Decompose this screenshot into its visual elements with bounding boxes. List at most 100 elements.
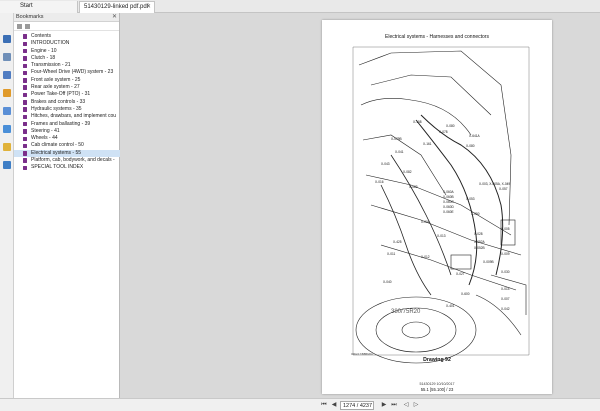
document-area[interactable]: Electrical systems - Harnesses and conne… (121, 13, 600, 398)
connector-label: X-011 (387, 252, 395, 256)
close-icon[interactable]: ✕ (146, 2, 151, 13)
connector-label: X-007 (501, 297, 510, 301)
connector-label: X-004 (421, 220, 430, 224)
pdf-viewer-window: Start 51430129-linked pdf.pdf ✕ Bookmark… (0, 0, 600, 411)
connector-label: X-052A (474, 240, 486, 244)
security-icon[interactable] (3, 143, 11, 151)
next-page-icon[interactable]: ▶ (380, 401, 388, 409)
figure-id: ORH/17/B8B9/04 (351, 352, 373, 356)
bookmark-label: Clutch - 18 (31, 54, 56, 61)
attachments-icon[interactable] (3, 107, 11, 115)
connector-label: X-041 (395, 150, 404, 154)
first-page-icon[interactable]: ⏮ (320, 401, 328, 409)
layers-icon[interactable] (3, 71, 11, 79)
bookmark-item[interactable]: Power Take-Off (PTO) - 31 (14, 91, 120, 98)
tab-start[interactable]: Start (0, 1, 78, 13)
connector-label: X-042 (501, 307, 510, 311)
prev-view-icon[interactable]: ◁ (402, 401, 410, 409)
bookmark-item[interactable]: Platform, cab, bodywork, and decals - (14, 157, 120, 164)
bookmark-label: Electrical systems - 55 (31, 149, 82, 156)
bookmark-icon (23, 100, 27, 105)
bookmark-icon (23, 143, 27, 149)
connector-label: X-013 (437, 234, 446, 238)
bookmark-item[interactable]: Wheels - 44 (14, 135, 120, 142)
comments-icon[interactable] (3, 89, 11, 97)
bookmark-label: Contents (31, 33, 52, 39)
bookmark-icon (23, 121, 27, 127)
bookmark-item[interactable]: Brakes and controls - 33 (14, 99, 120, 106)
bookmark-item[interactable]: Hitches, drawbars, and implement cou (14, 113, 120, 120)
page-footer-doc-id: 51430129 10/10/2017 (419, 382, 455, 386)
connector-label: X-079B (391, 137, 402, 141)
bookmark-item[interactable]: Transmission - 21 (14, 62, 120, 69)
connector-label: X-014 (501, 287, 510, 291)
close-panel-icon[interactable]: ✕ (112, 13, 117, 22)
bookmark-item[interactable]: Electrical systems - 55 (14, 149, 120, 158)
page-number-input[interactable]: 1274 / 4237 (340, 400, 374, 410)
bookmark-icon (23, 63, 27, 69)
pages-icon[interactable] (3, 53, 11, 61)
bookmark-item[interactable]: Engine - 10 (14, 48, 120, 55)
connector-label: X-158 (413, 120, 422, 124)
last-page-icon[interactable]: ⏭ (390, 401, 398, 409)
connector-label: X-060D (443, 205, 455, 209)
bookmark-item[interactable]: Frames and ballasting - 39 (14, 121, 120, 128)
bookmark-icon (23, 165, 27, 171)
connector-label: X-016 (375, 180, 384, 184)
bookmark-icon (23, 78, 27, 83)
connector-label: X-028 (474, 232, 483, 236)
bookmark-icon (23, 136, 27, 142)
connector-label: X-078 (439, 130, 448, 134)
connector-label: X-003, X-005A, X-049 (479, 182, 510, 186)
bookmarks-header: Bookmarks ✕ (14, 13, 119, 22)
bookmark-label: Steering - 41 (31, 127, 60, 134)
bookmark-label: Cab climate control - 50 (31, 142, 84, 149)
connector-label: X-060C (443, 200, 455, 204)
links-icon[interactable] (3, 125, 11, 133)
prev-page-icon[interactable]: ◀ (330, 401, 338, 409)
bookmark-item[interactable]: Rear axle system - 27 (14, 84, 120, 91)
bookmark-label: Power Take-Off (PTO) - 31 (31, 91, 91, 98)
bookmark-item[interactable]: Steering - 41 (14, 128, 120, 135)
bookmark-icon (23, 92, 27, 98)
bookmark-item[interactable]: INTRODUCTION (14, 40, 120, 47)
bookmarks-icon[interactable] (3, 35, 11, 43)
bookmark-icon (23, 41, 27, 47)
bookmark-icon (23, 114, 27, 120)
collapse-icon[interactable] (25, 24, 30, 29)
bookmark-label: Hydraulic systems - 35 (31, 105, 82, 112)
bookmark-icon (23, 129, 27, 134)
connector-label: X-050 (471, 212, 480, 216)
pdf-page: Electrical systems - Harnesses and conne… (322, 20, 552, 394)
tab-document[interactable]: 51430129-linked pdf.pdf ✕ (79, 1, 155, 13)
signatures-icon[interactable] (3, 161, 11, 169)
connector-label: X-043 (381, 162, 390, 166)
tab-bar: Start 51430129-linked pdf.pdf ✕ (0, 0, 600, 13)
left-toolbar (0, 13, 14, 411)
next-view-icon[interactable]: ▷ (412, 401, 420, 409)
connector-label: X-057 (499, 187, 508, 191)
wiring-diagram: X-158 X-080 X-078 X-641A X-079B X-161 X-080 X-0… (352, 46, 530, 364)
bookmark-item[interactable]: Clutch - 18 (14, 55, 120, 62)
tire-sidewall-text: 380/75R20 (391, 309, 421, 315)
connector-label: X-060A (443, 190, 455, 194)
bookmark-label: Four-Wheel Drive (4WD) system - 23 (31, 69, 114, 76)
connector-label: X-040 (383, 280, 392, 284)
bookmark-item[interactable]: SPECIAL TOOL INDEX (14, 164, 120, 171)
bookmark-item[interactable]: Cab climate control - 50 (14, 142, 120, 149)
bookmark-item[interactable]: Contents (14, 33, 120, 40)
bookmark-item[interactable]: Four-Wheel Drive (4WD) system - 23 (14, 69, 120, 76)
bookmark-icon (23, 56, 27, 61)
bookmark-item[interactable]: Hydraulic systems - 35 (14, 106, 120, 113)
bookmark-label: Frames and ballasting - 39 (31, 120, 91, 127)
bookmark-icon (23, 158, 27, 163)
bookmarks-toolbar (14, 22, 119, 31)
connector-label: X-060E (443, 210, 454, 214)
connector-label: X-082 (403, 170, 412, 174)
connector-label: X-053 (466, 197, 475, 201)
expand-icon[interactable] (17, 24, 22, 29)
connector-label: X-425 (393, 240, 402, 244)
bookmark-label: Hitches, drawbars, and implement cou (31, 113, 117, 120)
bookmark-item[interactable]: Front axle system - 25 (14, 77, 120, 84)
bookmark-label: Front axle system - 25 (31, 76, 81, 83)
